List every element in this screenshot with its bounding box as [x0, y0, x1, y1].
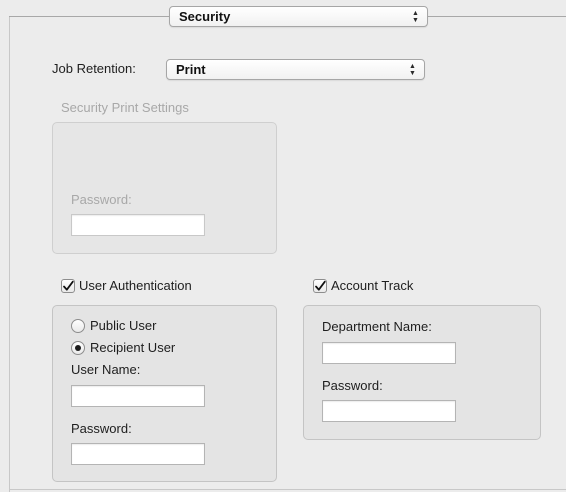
section-popup-button[interactable]: Security ▲ ▼ [169, 6, 428, 27]
security-print-password-field[interactable] [71, 214, 205, 236]
account-track-label: Account Track [331, 278, 414, 293]
up-down-arrows-icon: ▲ ▼ [409, 62, 416, 77]
window-frame-bottom [9, 489, 566, 490]
security-print-settings-title: Security Print Settings [61, 100, 189, 115]
recipient-user-radio[interactable] [71, 341, 85, 355]
public-user-label: Public User [90, 318, 157, 333]
account-password-field[interactable] [322, 400, 456, 422]
job-retention-popup[interactable]: Print ▲ ▼ [166, 59, 425, 80]
public-user-radio[interactable] [71, 319, 85, 333]
job-retention-value: Print [176, 62, 206, 77]
user-authentication-checkbox[interactable] [61, 279, 75, 293]
user-password-field[interactable] [71, 443, 205, 465]
user-name-label: User Name: [71, 362, 141, 377]
up-down-arrows-icon: ▲ ▼ [412, 9, 419, 24]
section-popup-value: Security [179, 9, 231, 24]
department-name-field[interactable] [322, 342, 456, 364]
job-retention-label: Job Retention: [52, 61, 136, 76]
user-password-label: Password: [71, 421, 132, 436]
recipient-user-label: Recipient User [90, 340, 176, 355]
header-divider-right [428, 16, 566, 17]
security-print-password-label: Password: [71, 192, 132, 207]
account-password-label: Password: [322, 378, 383, 393]
account-track-checkbox[interactable] [313, 279, 327, 293]
department-name-label: Department Name: [322, 319, 432, 334]
window-frame-left [9, 16, 10, 492]
checkmark-icon [315, 280, 326, 291]
user-name-field[interactable] [71, 385, 205, 407]
radio-selected-icon [75, 345, 81, 351]
header-divider-left [9, 16, 169, 17]
checkmark-icon [63, 280, 74, 291]
user-authentication-label: User Authentication [79, 278, 192, 293]
